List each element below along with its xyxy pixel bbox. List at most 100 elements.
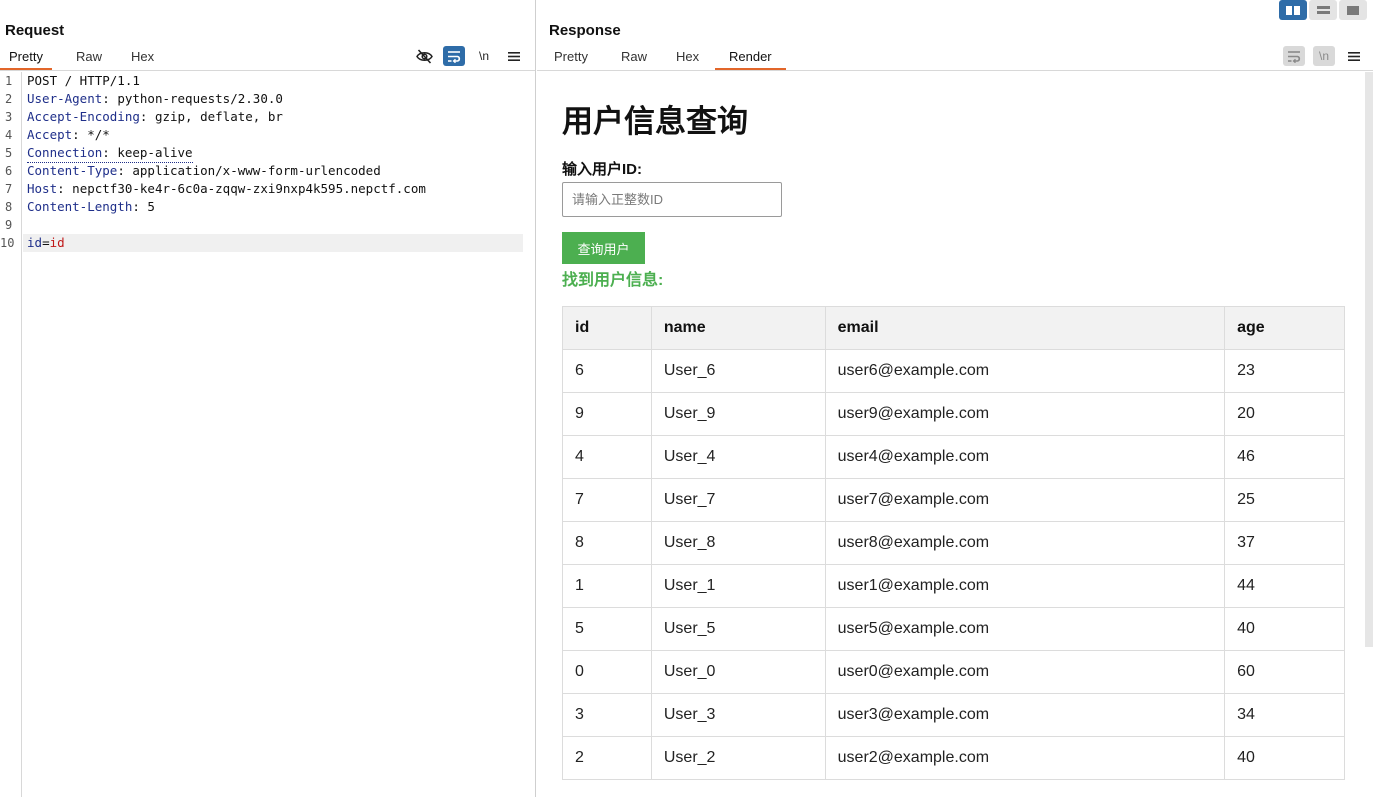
code-line: 8 Content-Length: 5 [0, 198, 535, 216]
cell-email: user3@example.com [824, 693, 1226, 737]
request-tab-raw[interactable]: Raw [67, 49, 111, 70]
header-name: Content-Type [27, 163, 118, 178]
show-newlines-button[interactable]: \n [473, 46, 495, 66]
eye-slash-icon[interactable] [413, 46, 435, 66]
response-title: Response [549, 22, 621, 39]
cell-name: User_3 [650, 693, 826, 737]
line-number: 3 [5, 110, 13, 124]
cell-name: User_4 [650, 435, 826, 479]
request-editor[interactable]: 1 POST / HTTP/1.1 2 User-Agent: python-r… [0, 72, 535, 797]
user-table: id name email age 6 User_6 user6@example.c… [562, 306, 1345, 780]
response-tab-render[interactable]: Render [715, 49, 786, 70]
code-line: 7 Host: nepctf30-ke4r-6c0a-zqqw-zxi9nxp4… [0, 180, 535, 198]
request-toolbar: \n [413, 46, 525, 66]
hamburger-menu-icon[interactable] [1343, 46, 1365, 66]
table-row: 0 User_0 user0@example.com 60 [562, 650, 1345, 694]
found-user-text: 找到用户信息: [562, 272, 664, 289]
cell-id: 0 [562, 650, 652, 694]
cell-name: User_6 [650, 349, 826, 393]
cell-email: user0@example.com [824, 650, 1226, 694]
param-name: id [27, 235, 43, 250]
code-line-current: 10 id=id [0, 234, 535, 252]
line-number: 8 [5, 200, 13, 214]
request-line-text: POST / HTTP/1.1 [27, 72, 140, 90]
header-line: Accept-Encoding: gzip, deflate, br [27, 108, 283, 126]
code-line: 3 Accept-Encoding: gzip, deflate, br [0, 108, 535, 126]
cell-email: user2@example.com [824, 736, 1226, 780]
response-tabbar: Pretty Raw Hex Render \n [537, 44, 1373, 71]
cell-name: User_7 [650, 478, 826, 522]
body-param-line: id=id [27, 234, 65, 252]
header-value: */* [87, 127, 110, 142]
request-line-value: POST / HTTP/1.1 [27, 73, 140, 88]
table-row: 9 User_9 user9@example.com 20 [562, 392, 1345, 436]
cell-id: 1 [562, 564, 652, 608]
request-tab-pretty[interactable]: Pretty [0, 49, 52, 70]
header-line: Content-Length: 5 [27, 198, 155, 216]
cell-email: user8@example.com [824, 521, 1226, 565]
wrap-lines-icon[interactable] [1283, 46, 1305, 66]
cell-email: user9@example.com [824, 392, 1226, 436]
table-row: 4 User_4 user4@example.com 46 [562, 435, 1345, 479]
request-pane: Request Pretty Raw Hex \n 1 POST / HTTP/… [0, 0, 536, 797]
header-separator: : [132, 199, 148, 214]
header-line: User-Agent: python-requests/2.30.0 [27, 90, 283, 108]
header-name: User-Agent [27, 91, 103, 106]
request-tab-hex[interactable]: Hex [122, 49, 163, 70]
header-line: Host: nepctf30-ke4r-6c0a-zqqw-zxi9nxp4k5… [27, 180, 426, 198]
cell-name: User_0 [650, 650, 826, 694]
table-row: 3 User_3 user3@example.com 34 [562, 693, 1345, 737]
cell-id: 9 [562, 392, 652, 436]
wrap-lines-icon[interactable] [443, 46, 465, 66]
cell-id: 7 [562, 478, 652, 522]
cell-age: 44 [1224, 564, 1345, 608]
cell-age: 37 [1224, 521, 1345, 565]
render-scrollbar[interactable] [1365, 72, 1373, 647]
response-tab-raw[interactable]: Raw [612, 49, 656, 70]
code-line: 6 Content-Type: application/x-www-form-u… [0, 162, 535, 180]
line-number: 7 [5, 182, 13, 196]
code-line: 2 User-Agent: python-requests/2.30.0 [0, 90, 535, 108]
cell-age: 23 [1224, 349, 1345, 393]
table-row: 1 User_1 user1@example.com 44 [562, 564, 1345, 608]
line-number: 2 [5, 92, 13, 106]
http-message-editor: Request Pretty Raw Hex \n 1 POST / HTTP/… [0, 0, 1373, 797]
header-value: python-requests/2.30.0 [117, 91, 283, 106]
hamburger-menu-icon[interactable] [503, 46, 525, 66]
code-line: 1 POST / HTTP/1.1 [0, 72, 535, 90]
header-separator: : [102, 145, 118, 160]
param-value: id [49, 235, 65, 250]
cell-name: User_8 [650, 521, 826, 565]
response-pane: Response Pretty Raw Hex Render \n 用户信息查询… [537, 0, 1373, 797]
user-id-input[interactable] [562, 182, 782, 217]
response-toolbar: \n [1283, 46, 1365, 66]
cell-age: 40 [1224, 736, 1345, 780]
header-name: Connection [27, 145, 103, 160]
show-newlines-button[interactable]: \n [1313, 46, 1335, 66]
table-row: 5 User_5 user5@example.com 40 [562, 607, 1345, 651]
code-line: 5 Connection: keep-alive [0, 144, 535, 163]
cell-id: 5 [562, 607, 652, 651]
column-header-name: name [650, 306, 826, 350]
header-name: Content-Length [27, 199, 133, 214]
cell-age: 25 [1224, 478, 1345, 522]
code-line: 4 Accept: */* [0, 126, 535, 144]
header-line: Content-Type: application/x-www-form-url… [27, 162, 381, 180]
query-user-button[interactable]: 查询用户 [562, 232, 645, 264]
code-line: 9 [0, 216, 535, 234]
header-separator: : [117, 163, 133, 178]
cell-name: User_2 [650, 736, 826, 780]
table-row: 6 User_6 user6@example.com 23 [562, 349, 1345, 393]
line-number: 4 [5, 128, 13, 142]
table-row: 2 User_2 user2@example.com 40 [562, 736, 1345, 780]
column-header-id: id [562, 306, 652, 350]
current-line-highlight [23, 234, 523, 252]
cell-email: user1@example.com [824, 564, 1226, 608]
render-heading: 用户信息查询 [562, 104, 748, 139]
line-number: 1 [5, 74, 13, 88]
response-tab-hex[interactable]: Hex [667, 49, 708, 70]
header-separator: : [57, 181, 73, 196]
cell-id: 3 [562, 693, 652, 737]
cell-name: User_5 [650, 607, 826, 651]
response-tab-pretty[interactable]: Pretty [545, 49, 597, 70]
